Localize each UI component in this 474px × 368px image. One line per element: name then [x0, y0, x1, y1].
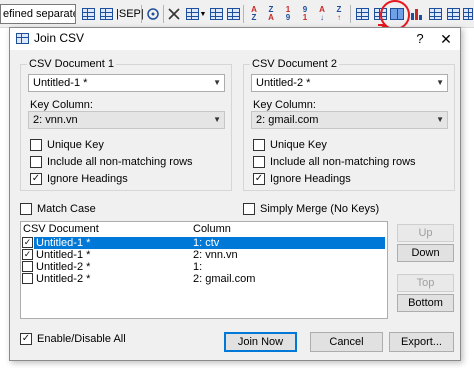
document-2-select[interactable]: Untitled-2 * ▼: [251, 74, 448, 92]
checkmark-icon[interactable]: ✓: [22, 249, 33, 260]
join-now-button[interactable]: Join Now: [224, 332, 297, 352]
list-item-document: Untitled-1 *: [34, 237, 193, 249]
toolbar-divider: [163, 5, 164, 23]
sort-column-desc-icon[interactable]: Z ↑: [330, 5, 348, 23]
dialog-title: Join CSV: [34, 31, 85, 45]
column-header-document[interactable]: CSV Document: [23, 223, 99, 235]
insert-row-icon[interactable]: [224, 5, 242, 23]
list-item-column: 1:: [193, 261, 203, 273]
dropdown-arrow-icon[interactable]: ▼: [199, 5, 207, 23]
checkmark-icon: ✓: [20, 333, 32, 345]
tools-icon[interactable]: [165, 5, 183, 23]
checkbox-box[interactable]: [22, 273, 33, 284]
enable-disable-all-checkbox[interactable]: ✓ Enable/Disable All: [20, 332, 126, 346]
list-item[interactable]: Untitled-2 * 1:: [21, 261, 387, 273]
sort-ascending-icon[interactable]: AZ: [245, 5, 263, 23]
checkbox-box: [20, 203, 32, 215]
sort-numeric-desc-icon[interactable]: 91: [296, 5, 314, 23]
checkbox-box: [30, 139, 42, 151]
chevron-down-icon: ▼: [213, 115, 221, 124]
key-column-2-select[interactable]: 2: gmail.com ▼: [251, 111, 448, 129]
checkbox-box[interactable]: [22, 261, 33, 272]
sort-descending-icon[interactable]: ZA: [262, 5, 280, 23]
close-button[interactable]: ✕: [436, 29, 456, 49]
more-icon[interactable]: [462, 5, 474, 23]
checkbox-box: [253, 156, 265, 168]
checkbox-label: Unique Key: [270, 139, 327, 151]
checkbox-label: Simply Merge (No Keys): [260, 203, 380, 215]
join-csv-icon: [16, 33, 29, 44]
export-button[interactable]: Export...: [389, 332, 454, 352]
checkmark-icon[interactable]: ✓: [22, 237, 33, 248]
key-column-1-label: Key Column:: [30, 99, 93, 111]
list-item[interactable]: ✓ Untitled-1 * 1: ctv: [21, 237, 387, 249]
grid-view-icon[interactable]: [79, 5, 97, 23]
checkbox-box: [30, 156, 42, 168]
join-csv-dialog: Join CSV ? ✕ CSV Document 1 Untitled-1 *…: [9, 27, 461, 361]
chevron-down-icon: ▼: [436, 115, 444, 124]
checkbox-label: Ignore Headings: [47, 173, 128, 185]
toolbar-divider: [350, 5, 351, 23]
list-header: CSV Document Column: [21, 222, 387, 237]
join-columns-list[interactable]: CSV Document Column ✓ Untitled-1 * 1: ct…: [20, 221, 388, 319]
dialog-titlebar[interactable]: Join CSV ? ✕: [10, 28, 460, 50]
list-item-document: Untitled-1 *: [36, 249, 91, 261]
column-header-column[interactable]: Column: [193, 223, 231, 235]
ignore-headings-2-checkbox[interactable]: ✓ Ignore Headings: [253, 172, 351, 186]
toolbar-divider: [141, 5, 142, 23]
checkmark-icon: ✓: [30, 173, 42, 185]
checkbox-label: Include all non-matching rows: [47, 156, 193, 168]
key-column-1-value: 2: vnn.vn: [33, 114, 78, 126]
checkmark-icon: ✓: [253, 173, 265, 185]
unique-key-1-checkbox[interactable]: Unique Key: [30, 138, 104, 152]
grid-view-alt-icon[interactable]: [97, 5, 115, 23]
document-1-value: Untitled-1 *: [33, 77, 88, 89]
top-button[interactable]: Top: [397, 274, 454, 292]
list-item[interactable]: Untitled-2 * 2: gmail.com: [21, 273, 387, 285]
target-icon[interactable]: [144, 5, 162, 23]
checkbox-box: [243, 203, 255, 215]
checkbox-label: Include all non-matching rows: [270, 156, 416, 168]
list-item-document: Untitled-2 *: [36, 273, 91, 285]
checkbox-label: Unique Key: [47, 139, 104, 151]
list-item[interactable]: ✓ Untitled-1 * 2: vnn.vn: [21, 249, 387, 261]
match-case-checkbox[interactable]: Match Case: [20, 202, 96, 216]
down-button[interactable]: Down: [397, 244, 454, 262]
sort-numeric-icon[interactable]: 19: [279, 5, 297, 23]
sort-column-icon[interactable]: A ↓: [313, 5, 331, 23]
document-2-value: Untitled-2 *: [256, 77, 311, 89]
checkbox-label: Match Case: [37, 203, 96, 215]
simply-merge-checkbox[interactable]: Simply Merge (No Keys): [243, 202, 379, 216]
list-item-column: 2: vnn.vn: [193, 249, 238, 261]
list-item-column: 1: ctv: [193, 237, 385, 249]
chevron-down-icon: ▼: [436, 78, 444, 87]
checkbox-label: Ignore Headings: [270, 173, 351, 185]
group-title: CSV Document 1: [27, 58, 116, 70]
help-button[interactable]: ?: [410, 29, 430, 49]
key-column-2-label: Key Column:: [253, 99, 316, 111]
group-title: CSV Document 2: [250, 58, 339, 70]
separator-label[interactable]: |SEP|: [116, 5, 144, 23]
bottom-button[interactable]: Bottom: [397, 294, 454, 312]
chevron-down-icon: ▼: [213, 78, 221, 87]
ignore-headings-1-checkbox[interactable]: ✓ Ignore Headings: [30, 172, 128, 186]
include-non-matching-2-checkbox[interactable]: Include all non-matching rows: [253, 155, 416, 169]
delimiter-combo[interactable]: efined separated: [0, 4, 76, 24]
export-icon[interactable]: [426, 5, 444, 23]
checkbox-label: Enable/Disable All: [37, 333, 126, 345]
toolbar-divider: [243, 5, 244, 23]
insert-column-icon[interactable]: [207, 5, 225, 23]
document-1-select[interactable]: Untitled-1 * ▼: [28, 74, 225, 92]
include-non-matching-1-checkbox[interactable]: Include all non-matching rows: [30, 155, 193, 169]
list-item-column: 2: gmail.com: [193, 273, 256, 285]
checkbox-box: [253, 139, 265, 151]
key-column-2-value: 2: gmail.com: [256, 114, 319, 126]
list-item-document: Untitled-2 *: [36, 261, 91, 273]
cancel-button[interactable]: Cancel: [310, 332, 383, 352]
key-column-1-select[interactable]: 2: vnn.vn ▼: [28, 111, 225, 129]
up-button[interactable]: Up: [397, 224, 454, 242]
unique-key-2-checkbox[interactable]: Unique Key: [253, 138, 327, 152]
settings-icon[interactable]: [444, 5, 462, 23]
